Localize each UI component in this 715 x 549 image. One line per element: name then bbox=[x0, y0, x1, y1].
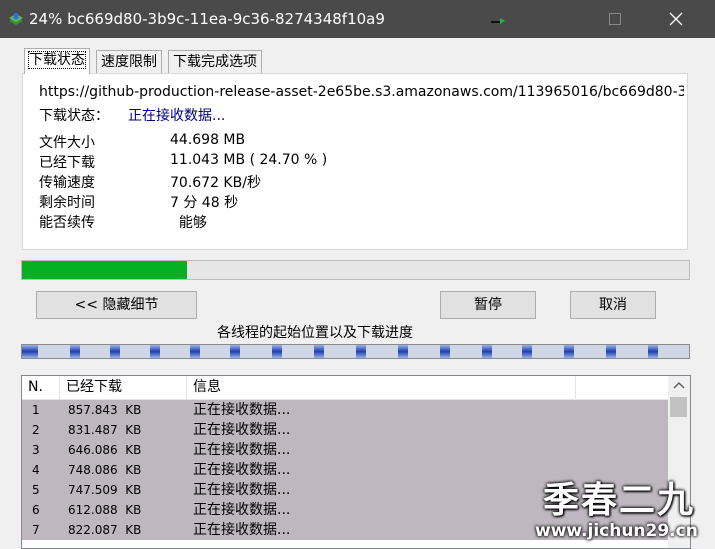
thread-segment bbox=[150, 345, 160, 358]
cell-downloaded: 748.086 KB bbox=[68, 463, 142, 477]
column-header-info[interactable]: 信息 bbox=[187, 376, 576, 399]
thread-segment bbox=[70, 345, 80, 358]
thread-segment bbox=[110, 345, 120, 358]
thread-segment bbox=[522, 345, 532, 358]
cell-info: 正在接收数据... bbox=[193, 422, 291, 438]
close-button[interactable] bbox=[655, 0, 701, 38]
cancel-button[interactable]: 取消 bbox=[570, 291, 656, 319]
tab-completion-options[interactable]: 下载完成选项 bbox=[168, 50, 262, 73]
downloaded-value: 11.043 MB ( 24.70 % ) bbox=[170, 152, 328, 168]
speed-value: 70.672 KB/秒 bbox=[170, 175, 261, 191]
maximize-icon bbox=[609, 13, 621, 25]
watermark-url: www.jichun29.cn bbox=[535, 521, 698, 541]
cell-downloaded: 612.088 KB bbox=[68, 503, 142, 517]
thread-segment bbox=[190, 345, 200, 358]
close-icon bbox=[669, 12, 683, 26]
pause-button[interactable]: 暂停 bbox=[440, 291, 536, 319]
cell-info: 正在接收数据... bbox=[193, 482, 291, 498]
cell-info: 正在接收数据... bbox=[193, 402, 291, 418]
cell-info: 正在接收数据... bbox=[193, 502, 291, 518]
cell-n: 1 bbox=[32, 403, 40, 417]
cell-n: 6 bbox=[32, 503, 40, 517]
thread-segment bbox=[22, 345, 38, 358]
scroll-thumb[interactable] bbox=[670, 397, 687, 417]
window-title: 24% bc669d80-3b9c-11ea-9c36-8274348f10a9 bbox=[29, 10, 385, 28]
download-url: https://github-production-release-asset-… bbox=[39, 84, 684, 100]
tab-label: 下载状态 bbox=[28, 51, 86, 69]
list-header: N. 已经下载 信息 bbox=[22, 376, 668, 400]
cell-downloaded: 831.487 KB bbox=[68, 423, 142, 437]
thread-segment bbox=[564, 345, 574, 358]
file-size-label: 文件大小 bbox=[39, 135, 95, 151]
app-icon bbox=[9, 13, 23, 25]
thread-segments bbox=[22, 345, 658, 358]
cell-info: 正在接收数据... bbox=[193, 462, 291, 478]
resume-value: 能够 bbox=[170, 215, 207, 231]
time-left-value: 7 分 48 秒 bbox=[170, 195, 239, 211]
cell-n: 2 bbox=[32, 423, 40, 437]
cell-n: 3 bbox=[32, 443, 40, 457]
tab-label: 速度限制 bbox=[101, 54, 157, 70]
cell-n: 4 bbox=[32, 463, 40, 477]
thread-segment bbox=[272, 345, 282, 358]
threads-label: 各线程的起始位置以及下载进度 bbox=[217, 325, 413, 341]
cell-downloaded: 822.087 KB bbox=[68, 523, 142, 537]
thread-segment bbox=[398, 345, 408, 358]
thread-segment bbox=[356, 345, 366, 358]
chevron-up-icon bbox=[673, 381, 685, 389]
tab-speed-limit[interactable]: 速度限制 bbox=[96, 50, 162, 73]
cell-downloaded: 857.843 KB bbox=[68, 403, 142, 417]
file-size-value: 44.698 MB bbox=[170, 132, 246, 148]
table-row[interactable]: 2 831.487 KB 正在接收数据... bbox=[22, 420, 668, 440]
tab-label: 下载完成选项 bbox=[173, 54, 257, 70]
cell-info: 正在接收数据... bbox=[193, 442, 291, 458]
thread-segment bbox=[314, 345, 324, 358]
speed-label: 传输速度 bbox=[39, 175, 95, 191]
status-label: 下载状态： bbox=[39, 108, 109, 124]
cell-info: 正在接收数据... bbox=[193, 522, 291, 538]
downloaded-label: 已经下载 bbox=[39, 155, 95, 171]
cell-downloaded: 646.086 KB bbox=[68, 443, 142, 457]
column-header-n[interactable]: N. bbox=[22, 376, 60, 399]
status-value: 正在接收数据... bbox=[128, 108, 226, 124]
thread-segment bbox=[606, 345, 616, 358]
tab-download-status[interactable]: 下载状态 bbox=[24, 48, 90, 74]
download-progress-bar bbox=[21, 260, 690, 280]
thread-segment bbox=[230, 345, 240, 358]
maximize-button[interactable] bbox=[594, 0, 640, 38]
cell-n: 5 bbox=[32, 483, 40, 497]
progress-fill bbox=[22, 261, 187, 279]
thread-segment bbox=[648, 345, 658, 358]
thread-segment bbox=[482, 345, 492, 358]
hide-details-button[interactable]: << 隐藏细节 bbox=[36, 291, 197, 319]
time-left-label: 剩余时间 bbox=[39, 195, 95, 211]
thread-progress-bar bbox=[21, 344, 690, 359]
table-row[interactable]: 3 646.086 KB 正在接收数据... bbox=[22, 440, 668, 460]
thread-segment bbox=[440, 345, 450, 358]
cell-downloaded: 747.509 KB bbox=[68, 483, 142, 497]
resume-label: 能否续传 bbox=[39, 215, 95, 231]
cell-n: 7 bbox=[32, 523, 40, 537]
title-bar: 24% bc669d80-3b9c-11ea-9c36-8274348f10a9 bbox=[0, 0, 715, 38]
watermark-logo: 季春二九 bbox=[543, 480, 696, 521]
status-panel: https://github-production-release-asset-… bbox=[22, 73, 688, 250]
column-header-downloaded[interactable]: 已经下载 bbox=[60, 376, 187, 399]
minimize-button[interactable] bbox=[477, 0, 523, 38]
minimize-icon bbox=[491, 18, 505, 24]
scroll-up-button[interactable] bbox=[668, 376, 690, 396]
table-row[interactable]: 1 857.843 KB 正在接收数据... bbox=[22, 400, 668, 420]
